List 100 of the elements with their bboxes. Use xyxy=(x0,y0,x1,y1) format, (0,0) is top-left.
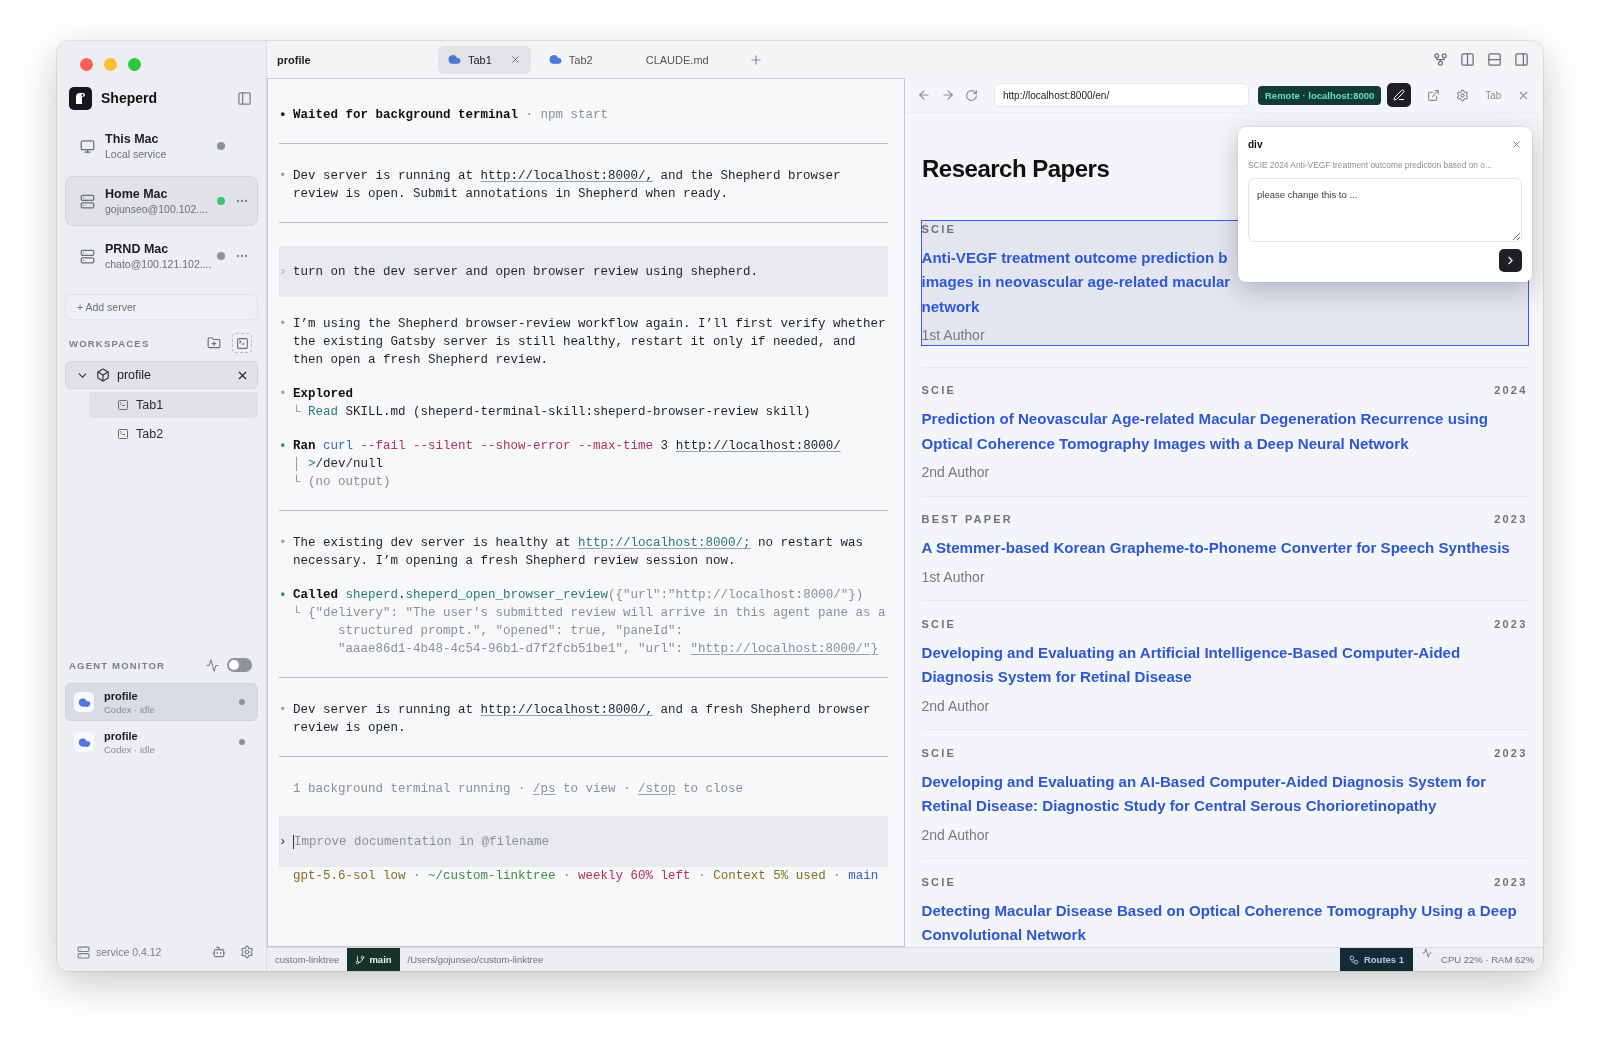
activity-icon xyxy=(1422,948,1433,958)
status-dot xyxy=(239,699,245,705)
right-panel-icon[interactable] xyxy=(1514,52,1529,67)
cloud-icon xyxy=(74,692,94,712)
add-tab-icon[interactable] xyxy=(748,52,763,67)
server-item[interactable]: Home Mac gojunseo@100.102.... xyxy=(65,176,258,226)
terminal-icon[interactable] xyxy=(232,333,252,353)
paper-title[interactable]: Detecting Macular Disease Based on Optical Coherence Tomography Using a Deep Convolutional Network xyxy=(921,898,1528,947)
pen-icon xyxy=(1393,88,1406,102)
server-name: This Mac xyxy=(105,130,160,147)
settings-icon[interactable] xyxy=(1456,88,1470,102)
terminal-link[interactable]: http://localhost:8000/ xyxy=(675,439,841,453)
tab[interactable]: CLAUDE.md xyxy=(628,45,737,74)
section-label: WORKSPACES xyxy=(69,337,151,349)
send-button[interactable] xyxy=(1499,249,1522,272)
terminal-message: • I’m using the Shepherd browser-review workflow again. I’ll first verify whether the existing Gatsby server is still healthy, restart it only if needed, and then open a fresh Shepherd review. xyxy=(279,316,887,369)
workspace-tab-item[interactable]: Tab2 xyxy=(89,421,258,447)
paper-year: 2023 xyxy=(1494,616,1528,632)
pane-title: profile xyxy=(277,53,312,66)
tab[interactable]: Tab2 xyxy=(538,45,621,74)
split-columns-icon[interactable] xyxy=(1460,52,1475,67)
popup-summary: SCIE 2024 Anti-VEGF treatment outcome prediction based on o... xyxy=(1248,160,1493,170)
routes-icon xyxy=(1348,954,1359,965)
paper-title[interactable]: Developing and Evaluating an Artificial Intelligence-Based Computer-Aided Diagnosis System for Retinal Disease xyxy=(921,640,1528,690)
user-prompt: › turn on the dev server and open browser review using shepherd. xyxy=(279,246,888,297)
agent-item[interactable]: profile Codex · idle xyxy=(65,683,258,721)
paper-tag: BEST PAPER xyxy=(921,511,1013,527)
terminal-message: • Called sheperd.sheperd_open_browser_review({"url":"http://localhost:8000/"}) └ {"delivery": "The user's submitted review will arrive in this agent pane as a structured prompt.", "opened": true, "paneId": "aaae86d1-4b48-4c54-96b1-d7f2fcb51be1", "url": "http://localhost:8000/"} xyxy=(279,587,887,658)
terminal-icon xyxy=(117,428,129,440)
settings-icon[interactable] xyxy=(240,945,254,959)
agent-name: profile xyxy=(104,688,139,703)
close-button[interactable] xyxy=(80,58,93,71)
paper-title[interactable]: Developing and Evaluating an AI-Based Computer-Aided Diagnosis System for Retinal Disease: Diagnostic Study for Central Serous Chorioretinopathy xyxy=(921,769,1528,819)
terminal-message: • Dev server is running at http://localhost:8000/, and the Shepherd browser review is open. Submit annotations in Shepherd when ready. xyxy=(279,168,842,203)
paper-title[interactable]: Prediction of Neovascular Age-related Macular Degeneration Recurrence using Optical Coherence Tomography Images with a Deep Neural Network xyxy=(921,407,1528,456)
zoom-button[interactable] xyxy=(128,58,141,71)
remote-badge: Remote · localhost:8000 xyxy=(1258,85,1382,105)
server-detail: gojunseo@100.102.... xyxy=(105,201,209,217)
paper-year: 2023 xyxy=(1494,745,1528,761)
cloud-icon xyxy=(548,53,562,66)
paper-tag: SCIE xyxy=(921,615,956,632)
server-item[interactable]: PRND Mac chato@100.121.102.... xyxy=(65,231,258,281)
bot-icon[interactable] xyxy=(212,945,226,959)
url-field[interactable]: http://localhost:8000/en/ xyxy=(994,83,1249,107)
paper-year: 2024 xyxy=(1494,383,1528,398)
agent-detail: Codex · idle xyxy=(104,702,156,716)
split-rows-icon[interactable] xyxy=(1487,52,1502,67)
add-server-button[interactable]: + Add server xyxy=(65,294,258,320)
tab-name: Tab1 xyxy=(136,398,164,412)
paper-role: 1st Author xyxy=(921,326,986,345)
server-name: PRND Mac xyxy=(105,240,170,257)
external-link-icon[interactable] xyxy=(1427,88,1441,102)
reload-icon[interactable] xyxy=(965,88,978,102)
monitor-icon xyxy=(80,138,95,154)
status-dot xyxy=(239,739,245,745)
workspace-tab-item[interactable]: Tab1 xyxy=(89,392,258,418)
comment-field[interactable]: please change this to ... xyxy=(1248,178,1522,242)
paper-role: 2nd Author xyxy=(921,463,991,482)
sidebar-toggle-icon[interactable] xyxy=(237,90,252,106)
paper-title[interactable]: A Stemmer-based Korean Grapheme-to-Phoneme Converter for Speech Synthesis xyxy=(921,536,1510,561)
server-name: Home Mac xyxy=(105,185,169,202)
text-input[interactable]: Improve documentation in @filename xyxy=(293,834,888,849)
back-icon[interactable] xyxy=(917,88,931,102)
section-label: AGENT MONITOR xyxy=(69,659,167,671)
routes-chip[interactable]: Routes 1 xyxy=(1339,948,1414,971)
toggle-switch[interactable] xyxy=(227,658,252,672)
paper-role: 1st Author xyxy=(921,567,986,587)
agent-detail: Codex · idle xyxy=(104,742,156,756)
server-icon xyxy=(80,248,95,264)
terminal-status-line: gpt-5.6-sol low · ~/custom-linktree · weekly 60% left · Context 5% used · main xyxy=(292,868,880,885)
paper-title[interactable]: Anti-VEGF treatment outcome prediction b images in neovascular age-related macular network xyxy=(921,245,1231,319)
cloud-icon xyxy=(74,732,94,752)
paper-year: 2023 xyxy=(1494,874,1528,890)
terminal-link[interactable]: http://localhost:8000/, xyxy=(480,169,654,183)
branch-chip[interactable]: main xyxy=(347,948,400,971)
paper-tag: SCIE xyxy=(921,382,956,398)
app-logo-icon xyxy=(69,86,92,110)
server-detail: chato@100.121.102.... xyxy=(105,256,213,272)
fork-icon[interactable] xyxy=(1433,52,1448,67)
page-heading: Research Papers xyxy=(922,154,1110,184)
terminal-message: • The existing dev server is healthy at http://localhost:8000/; no restart was necessary. I’m opening a fresh Shepherd review session now. xyxy=(279,535,865,570)
terminal-message: • Ran curl --fail --silent --show-error --max-time 3 http://localhost:8000/ │ >/dev/null └ (no output) xyxy=(279,438,842,491)
agent-item[interactable]: profile Codex · idle xyxy=(65,723,258,761)
server-item[interactable]: This Mac Local service xyxy=(65,121,258,171)
terminal-link[interactable]: http://localhost:8000/; xyxy=(578,536,751,550)
paper-tag: SCIE xyxy=(921,744,956,761)
input-field[interactable]: › Improve documentation in @filename xyxy=(279,816,888,867)
tab[interactable]: Tab1 xyxy=(438,45,531,74)
forward-icon[interactable] xyxy=(941,88,955,102)
paper-year: 2023 xyxy=(1494,512,1528,527)
app-name: Sheperd xyxy=(101,90,158,106)
annotate-button[interactable] xyxy=(1387,83,1412,107)
background-note: 1 background terminal running · /ps to view · /stop to close xyxy=(292,781,745,798)
workspace-item[interactable]: profile xyxy=(65,361,258,389)
terminal-link[interactable]: http://localhost:8000/, xyxy=(480,703,654,717)
paper-role: 2nd Author xyxy=(921,696,991,716)
activity-icon xyxy=(206,658,219,672)
cloud-icon xyxy=(448,53,461,66)
cube-icon xyxy=(96,368,110,382)
path-label: /Users/gojunseo/custom-linktree xyxy=(406,953,545,967)
